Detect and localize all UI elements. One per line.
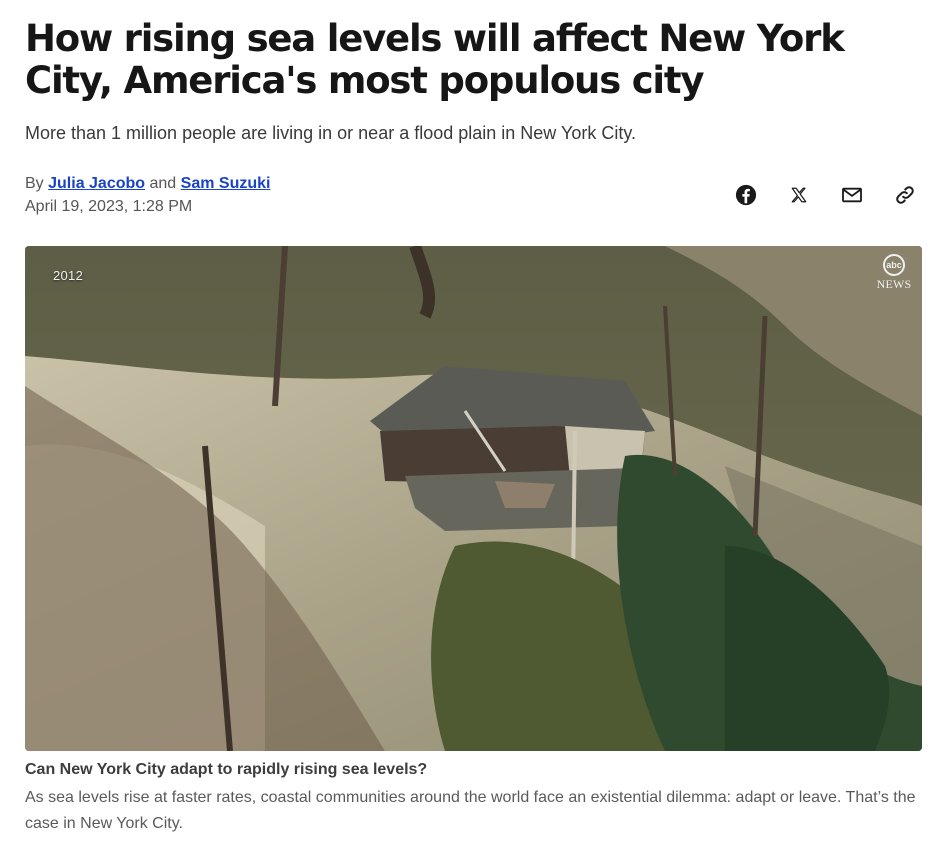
video-title: Can New York City adapt to rapidly risin… (25, 761, 428, 778)
author-link-julia-jacobo[interactable]: Julia Jacobo (48, 175, 145, 192)
video-player[interactable]: 2012 abc NEWS (25, 246, 922, 751)
share-bar (730, 182, 921, 208)
facebook-icon (735, 184, 757, 206)
share-email-button[interactable] (836, 182, 868, 208)
byline-conjunction: and (149, 175, 177, 192)
flooded-house-video-frame (25, 246, 922, 751)
share-x-button[interactable] (783, 182, 815, 208)
abc-news-logo: abc NEWS (872, 254, 916, 292)
article: How rising sea levels will affect New Yo… (0, 0, 942, 843)
mail-icon (842, 187, 862, 203)
article-headline: How rising sea levels will affect New Yo… (25, 17, 845, 102)
copy-link-button[interactable] (889, 182, 921, 208)
publish-date: April 19, 2023, 1:28 PM (25, 198, 193, 215)
author-link-sam-suzuki[interactable]: Sam Suzuki (181, 175, 271, 192)
video-description: As sea levels rise at faster rates, coas… (25, 789, 916, 832)
article-subheadline: More than 1 million people are living in… (25, 123, 636, 143)
video-year-label: 2012 (53, 268, 84, 283)
byline-prefix: By (25, 175, 44, 192)
link-icon (896, 186, 914, 204)
news-logo-text: NEWS (876, 277, 912, 291)
abc-logo-mark: abc (883, 254, 905, 276)
x-icon (791, 187, 807, 203)
byline: By Julia Jacobo and Sam Suzuki (25, 173, 270, 195)
share-facebook-button[interactable] (730, 182, 762, 208)
